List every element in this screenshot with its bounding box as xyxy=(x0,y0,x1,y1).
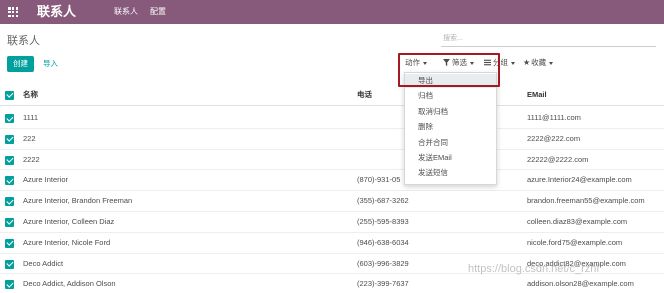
action-dropdown-menu: 导出 归档 取消归档 删除 合并合同 发送EMail 发送短信 xyxy=(404,72,497,185)
column-header-name[interactable]: 名称 xyxy=(23,84,38,106)
row-checkbox[interactable] xyxy=(5,238,14,248)
cell-phone: (946)-638-6034 xyxy=(357,237,409,247)
filter-label: 筛选 xyxy=(452,58,467,67)
cell-name: 2222 xyxy=(23,154,40,164)
cell-phone: (355)-687-3262 xyxy=(357,196,409,206)
star-icon: ★ xyxy=(523,58,531,67)
menu-item-send-sms[interactable]: 发送短信 xyxy=(405,166,496,180)
cell-phone: (870)-931-05 xyxy=(357,175,401,185)
caret-down-icon xyxy=(511,61,515,65)
group-by-label: 分组 xyxy=(493,58,508,67)
row-checkbox[interactable] xyxy=(5,176,14,186)
breadcrumb: 联系人 xyxy=(7,35,40,47)
cell-email: deco.addict82@example.com xyxy=(527,258,626,268)
funnel-icon xyxy=(443,59,450,66)
apps-grid-icon[interactable] xyxy=(8,7,19,18)
table-row[interactable]: 1111 1111@1111.com xyxy=(0,108,664,129)
menu-item-export[interactable]: 导出 xyxy=(405,74,496,89)
app-title: 联系人 xyxy=(37,4,77,19)
cell-email: brandon.freeman55@example.com xyxy=(527,196,645,206)
table-row[interactable]: Deco Addict, Addison Olson (223)-399-763… xyxy=(0,274,664,293)
caret-down-icon xyxy=(470,61,474,65)
table-row[interactable]: 2222 22222@2222.com xyxy=(0,150,664,171)
cell-phone: (223)-399-7637 xyxy=(357,279,409,289)
table-body: 1111 1111@1111.com 222 2222@222.com 2222… xyxy=(0,108,664,293)
menu-item-archive[interactable]: 归档 xyxy=(405,89,496,103)
favorites-dropdown-button[interactable]: ★收藏 xyxy=(523,58,554,68)
action-label: 动作 xyxy=(405,58,420,67)
cell-name: 222 xyxy=(23,133,36,143)
menu-item-unarchive[interactable]: 取消归档 xyxy=(405,105,496,119)
row-checkbox[interactable] xyxy=(5,197,14,207)
menu-item-delete[interactable]: 删除 xyxy=(405,120,496,134)
cell-name: 1111 xyxy=(23,113,39,122)
cell-email: nicole.ford75@example.com xyxy=(527,237,623,247)
search-input[interactable] xyxy=(441,31,656,47)
table-row[interactable]: Azure Interior, Colleen Diaz (255)-595-8… xyxy=(0,212,664,233)
table-row[interactable]: Deco Addict (603)-996-3829 deco.addict82… xyxy=(0,254,664,275)
table-row[interactable]: Azure Interior, Nicole Ford (946)-638-60… xyxy=(0,233,664,254)
cell-name: Azure Interior xyxy=(23,175,69,185)
row-checkbox[interactable] xyxy=(5,155,14,165)
filter-dropdown-button[interactable]: 筛选 xyxy=(443,58,474,68)
row-checkbox[interactable] xyxy=(5,114,14,123)
cell-name: Deco Addict xyxy=(23,258,64,268)
cell-name: Azure Interior, Nicole Ford xyxy=(23,237,111,247)
table-row[interactable]: Azure Interior (870)-931-05 azure.Interi… xyxy=(0,170,664,192)
row-checkbox[interactable] xyxy=(5,217,14,227)
create-button[interactable]: 创建 xyxy=(7,56,34,72)
cell-email: colleen.diaz83@example.com xyxy=(527,216,628,226)
top-navbar: 联系人 联系人 配置 xyxy=(0,0,664,24)
table-row[interactable]: Azure Interior, Brandon Freeman (355)-68… xyxy=(0,191,664,212)
cell-phone: (603)-996-3829 xyxy=(357,258,409,268)
row-checkbox[interactable] xyxy=(5,259,14,269)
caret-down-icon xyxy=(549,61,554,65)
cell-email: 1111@1111.com xyxy=(527,113,581,122)
cell-name: Azure Interior, Colleen Diaz xyxy=(23,216,115,226)
column-header-email[interactable]: EMail xyxy=(527,84,547,106)
menu-configuration[interactable]: 配置 xyxy=(150,7,166,17)
menu-item-send-email[interactable]: 发送EMail xyxy=(405,151,496,165)
favorites-label: 收藏 xyxy=(531,58,547,67)
cell-name: Azure Interior, Brandon Freeman xyxy=(23,196,133,206)
table-header: 名称 电话 EMail xyxy=(0,84,664,106)
table-row[interactable]: 222 2222@222.com xyxy=(0,129,664,150)
cell-email: azure.Interior24@example.com xyxy=(527,175,632,185)
group-by-dropdown-button[interactable]: 分组 xyxy=(484,58,515,68)
cell-phone: (255)-595-8393 xyxy=(357,216,409,226)
caret-down-icon xyxy=(423,61,427,65)
action-dropdown-button[interactable]: 动作 xyxy=(405,58,427,68)
menu-contacts[interactable]: 联系人 xyxy=(114,7,138,17)
menu-item-merge[interactable]: 合并合同 xyxy=(405,136,496,150)
cell-email: 22222@2222.com xyxy=(527,154,589,164)
cell-name: Deco Addict, Addison Olson xyxy=(23,279,116,289)
cell-email: addison.olson28@example.com xyxy=(527,279,634,289)
row-checkbox[interactable] xyxy=(5,134,14,144)
column-header-phone[interactable]: 电话 xyxy=(357,84,372,106)
import-button[interactable]: 导入 xyxy=(43,56,58,72)
list-icon xyxy=(484,59,491,66)
select-all-checkbox[interactable] xyxy=(5,90,14,100)
row-checkbox[interactable] xyxy=(5,280,14,290)
cell-email: 2222@222.com xyxy=(527,133,581,143)
